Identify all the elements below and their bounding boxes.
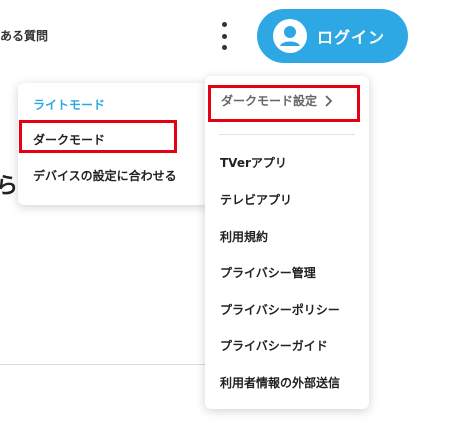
menu-item-privacy-management[interactable]: プライバシー管理 [220, 264, 316, 281]
kebab-dot [221, 45, 227, 50]
kebab-dot [221, 33, 227, 39]
menu-item-privacy-guide[interactable]: プライバシーガイド [220, 337, 328, 354]
login-button[interactable]: ログイン [257, 9, 408, 63]
highlight-box-dark-mode-setting [208, 85, 360, 122]
menu-item-privacy-policy[interactable]: プライバシーポリシー [220, 301, 340, 318]
kebab-menu-icon[interactable] [217, 22, 231, 50]
menu-item-external-data[interactable]: 利用者情報の外部送信 [220, 374, 340, 391]
more-menu: ダークモード設定 TVerアプリ テレビアプリ 利用規約 プライバシー管理 プラ… [205, 76, 369, 409]
menu-item-tv-app[interactable]: テレビアプリ [220, 191, 292, 208]
background-partial-text: ら [0, 174, 19, 199]
highlight-box-dark-mode [19, 120, 177, 153]
divider [0, 364, 210, 365]
kebab-dot [221, 22, 227, 27]
user-avatar-icon [273, 19, 307, 53]
menu-item-tver-app[interactable]: TVerアプリ [220, 154, 287, 171]
login-label: ログイン [317, 28, 386, 47]
header-partial-text: ある質問 [0, 29, 49, 43]
menu-item-light-mode[interactable]: ライトモード [33, 96, 105, 113]
menu-separator [219, 134, 355, 135]
menu-item-device-setting[interactable]: デバイスの設定に合わせる [33, 167, 177, 184]
menu-item-terms[interactable]: 利用規約 [220, 228, 268, 245]
